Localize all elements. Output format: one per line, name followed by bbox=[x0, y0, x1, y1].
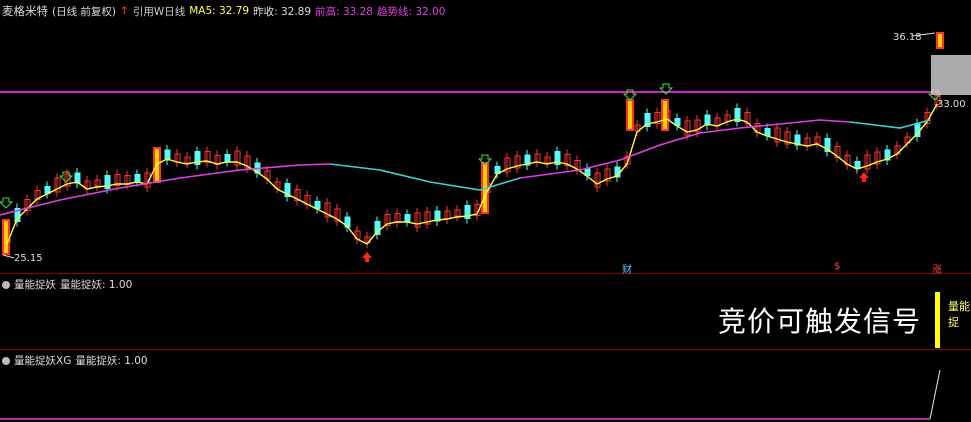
limit-up-candle bbox=[626, 99, 634, 131]
high-price-label: 36.18 bbox=[893, 32, 922, 43]
auction-signal-caption: 竞价可触发信号 bbox=[718, 305, 922, 338]
ref-weekly-label[interactable]: 引用W日线 bbox=[133, 4, 185, 19]
indicator2-header: 量能捉妖XG 量能捉妖: 1.00 bbox=[2, 353, 148, 368]
main-chart-header: 麦格米特 (日线 前复权) ↑ 引用W日线 MA5: 32.79 昨收: 32.… bbox=[2, 3, 445, 19]
indicator2-value: 量能捉妖: 1.00 bbox=[75, 355, 148, 367]
prev-close-label: 昨收: 32.89 bbox=[253, 5, 312, 18]
main-chart-panel[interactable]: 麦格米特 (日线 前复权) ↑ 引用W日线 MA5: 32.79 昨收: 32.… bbox=[0, 0, 971, 276]
signal-bar bbox=[935, 292, 940, 348]
prev-high-label: 前高: 33.28 bbox=[315, 5, 373, 18]
header-up-arrow-icon: ↑ bbox=[120, 5, 129, 17]
candle-body bbox=[764, 128, 771, 136]
indicator2-name[interactable]: 量能捉妖XG bbox=[14, 353, 71, 368]
kline-chart[interactable] bbox=[0, 0, 971, 273]
indicator1-right-tag: 量能捉 bbox=[948, 300, 970, 329]
down-arrow-icon bbox=[0, 197, 14, 209]
limit-up-candle bbox=[936, 32, 944, 49]
limit-up-candle bbox=[661, 99, 669, 131]
candle-body bbox=[854, 161, 861, 169]
indicator-dot-icon[interactable] bbox=[2, 280, 10, 289]
indicator-dot-icon[interactable] bbox=[2, 356, 10, 365]
trend-line-label: 趋势线: 32.00 bbox=[376, 5, 446, 18]
candle-body bbox=[314, 201, 321, 209]
stock-title[interactable]: 麦格米特 bbox=[2, 3, 48, 19]
candle-body bbox=[134, 174, 141, 182]
indicator1-name[interactable]: 量能捉妖 bbox=[14, 277, 56, 292]
chart-mode[interactable]: (日线 前复权) bbox=[52, 4, 116, 19]
indicator1-value: 量能捉妖: 1.00 bbox=[60, 279, 133, 291]
level-price-label: 33.00 bbox=[937, 99, 966, 110]
up-arrow-icon bbox=[362, 252, 372, 262]
candle-body bbox=[404, 214, 411, 222]
low-leader bbox=[2, 254, 15, 259]
indicator2-panel[interactable]: 量能捉妖XG 量能捉妖: 1.00 bbox=[0, 350, 971, 422]
candle-body bbox=[224, 154, 231, 162]
low-price-label: 25.15 bbox=[14, 253, 43, 264]
trend-line-cyan bbox=[329, 163, 521, 191]
price-overlay-box bbox=[931, 55, 971, 95]
dollar-marker[interactable]: $ bbox=[834, 261, 840, 272]
indicator1-header: 量能捉妖 量能捉妖: 1.00 bbox=[2, 277, 132, 292]
ma5-label: MA5: 32.79 bbox=[189, 5, 250, 17]
limit-up-candle bbox=[2, 219, 10, 255]
